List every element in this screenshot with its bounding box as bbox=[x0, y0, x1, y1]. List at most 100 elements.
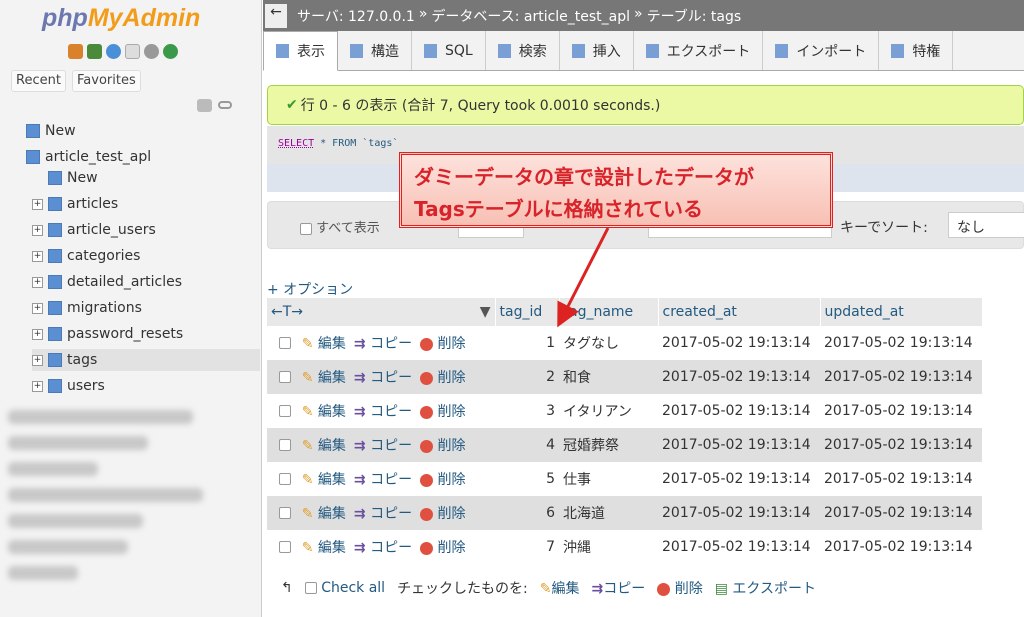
delete-button[interactable]: 削除 bbox=[420, 438, 466, 454]
cell-updated-at[interactable]: 2017-05-02 19:13:14 bbox=[820, 530, 982, 564]
link-icon[interactable] bbox=[218, 101, 232, 109]
sidebar-item-tags[interactable]: + tags bbox=[32, 349, 260, 371]
copy-button[interactable]: ⇉ コピー bbox=[354, 438, 412, 454]
copy-button[interactable]: ⇉ コピー bbox=[354, 404, 412, 420]
expand-icon[interactable]: + bbox=[32, 224, 43, 236]
cell-tag-id[interactable]: 5 bbox=[495, 462, 559, 496]
reload-icon[interactable] bbox=[163, 44, 178, 59]
expand-icon[interactable]: + bbox=[32, 250, 43, 262]
favorites-button[interactable]: Favorites bbox=[72, 70, 141, 92]
sidebar-item-detailed-articles[interactable]: + detailed_articles bbox=[32, 271, 182, 293]
cell-tag-name[interactable]: 冠婚葬祭 bbox=[559, 428, 658, 462]
expand-icon[interactable]: + bbox=[32, 354, 43, 366]
options-link[interactable]: + オプション bbox=[267, 279, 353, 299]
bulk-edit-button[interactable]: ✎編集 bbox=[540, 578, 580, 598]
cell-tag-name[interactable]: 北海道 bbox=[559, 496, 658, 530]
cell-tag-name[interactable]: 和食 bbox=[559, 360, 658, 394]
edit-button[interactable]: ✎ 編集 bbox=[302, 404, 346, 420]
cell-updated-at[interactable]: 2017-05-02 19:13:14 bbox=[820, 326, 982, 360]
sort-select[interactable]: なし bbox=[948, 212, 1024, 238]
cell-created-at[interactable]: 2017-05-02 19:13:14 bbox=[658, 360, 820, 394]
recent-button[interactable]: Recent bbox=[11, 70, 66, 92]
sidebar-item-articles[interactable]: + articles bbox=[32, 193, 118, 215]
sidebar-item-New[interactable]: New bbox=[32, 167, 98, 189]
sql-query[interactable]: SELECT * FROM `tags` bbox=[278, 138, 398, 149]
copy-button[interactable]: ⇉ コピー bbox=[354, 370, 412, 386]
cell-created-at[interactable]: 2017-05-02 19:13:14 bbox=[658, 462, 820, 496]
sidebar-item-password-resets[interactable]: + password_resets bbox=[32, 323, 183, 345]
cell-created-at[interactable]: 2017-05-02 19:13:14 bbox=[658, 496, 820, 530]
sidebar-item-article-test-apl[interactable]: article_test_apl bbox=[10, 146, 151, 168]
check-all-label[interactable]: Check all bbox=[321, 580, 385, 596]
column-nav[interactable]: ←T→ bbox=[271, 304, 303, 320]
copy-button[interactable]: ⇉ コピー bbox=[354, 506, 412, 522]
collapse-all-icon[interactable] bbox=[197, 99, 212, 112]
row-checkbox[interactable] bbox=[279, 473, 291, 485]
help-icon[interactable] bbox=[106, 44, 121, 59]
row-checkbox[interactable] bbox=[279, 541, 291, 553]
expand-icon[interactable]: + bbox=[32, 380, 43, 392]
copy-button[interactable]: ⇉ コピー bbox=[354, 472, 412, 488]
edit-button[interactable]: ✎ 編集 bbox=[302, 370, 346, 386]
tab-7[interactable]: 特権 bbox=[879, 31, 954, 70]
cell-updated-at[interactable]: 2017-05-02 19:13:14 bbox=[820, 462, 982, 496]
sidebar-item-categories[interactable]: + categories bbox=[32, 245, 140, 267]
phpmyadmin-logo[interactable]: phpMyAdmin bbox=[42, 4, 200, 33]
docs-icon[interactable] bbox=[125, 44, 140, 59]
tab-5[interactable]: エクスポート bbox=[634, 31, 764, 70]
expand-icon[interactable]: + bbox=[32, 198, 43, 210]
back-arrow-icon[interactable]: ← bbox=[265, 3, 287, 28]
logout-icon[interactable] bbox=[87, 44, 102, 59]
cell-tag-name[interactable]: 仕事 bbox=[559, 462, 658, 496]
copy-button[interactable]: ⇉ コピー bbox=[354, 336, 412, 352]
row-checkbox[interactable] bbox=[279, 405, 291, 417]
sidebar-item-New[interactable]: New bbox=[10, 120, 76, 142]
cell-created-at[interactable]: 2017-05-02 19:13:14 bbox=[658, 394, 820, 428]
edit-button[interactable]: ✎ 編集 bbox=[302, 336, 346, 352]
gear-icon[interactable] bbox=[144, 44, 159, 59]
row-checkbox[interactable] bbox=[279, 337, 291, 349]
tab-6[interactable]: インポート bbox=[763, 31, 880, 70]
sidebar-item-migrations[interactable]: + migrations bbox=[32, 297, 142, 319]
column-header-created-at[interactable]: created_at bbox=[658, 298, 821, 326]
expand-icon[interactable]: + bbox=[32, 276, 43, 288]
row-checkbox[interactable] bbox=[279, 507, 291, 519]
edit-button[interactable]: ✎ 編集 bbox=[302, 506, 346, 522]
breadcrumb-database[interactable]: データベース: article_test_apl bbox=[431, 6, 630, 26]
bulk-delete-button[interactable]: 削除 bbox=[657, 578, 703, 598]
edit-button[interactable]: ✎ 編集 bbox=[302, 472, 346, 488]
cell-tag-name[interactable]: 沖縄 bbox=[559, 530, 658, 564]
column-header-tag-id[interactable]: tag_id bbox=[495, 298, 560, 326]
delete-button[interactable]: 削除 bbox=[420, 404, 466, 420]
cell-updated-at[interactable]: 2017-05-02 19:13:14 bbox=[820, 428, 982, 462]
cell-tag-id[interactable]: 2 bbox=[495, 360, 559, 394]
tab-1[interactable]: 構造 bbox=[338, 31, 412, 70]
cell-tag-id[interactable]: 1 bbox=[495, 326, 559, 360]
breadcrumb-server[interactable]: サーバ: 127.0.0.1 bbox=[297, 6, 415, 26]
delete-button[interactable]: 削除 bbox=[420, 336, 466, 352]
edit-button[interactable]: ✎ 編集 bbox=[302, 540, 346, 556]
bulk-copy-button[interactable]: ⇉コピー bbox=[592, 578, 646, 598]
cell-tag-id[interactable]: 6 bbox=[495, 496, 559, 530]
cell-tag-id[interactable]: 7 bbox=[495, 530, 559, 564]
expand-icon[interactable]: + bbox=[32, 302, 43, 314]
sort-dropdown-icon[interactable]: ▼ bbox=[480, 304, 491, 320]
row-checkbox[interactable] bbox=[279, 439, 291, 451]
breadcrumb-table[interactable]: テーブル: tags bbox=[647, 6, 742, 26]
home-icon[interactable] bbox=[68, 44, 83, 59]
tab-3[interactable]: 検索 bbox=[486, 31, 560, 70]
tab-0[interactable]: 表示 bbox=[263, 31, 338, 71]
check-all-checkbox[interactable] bbox=[304, 582, 317, 594]
cell-updated-at[interactable]: 2017-05-02 19:13:14 bbox=[820, 496, 982, 530]
cell-created-at[interactable]: 2017-05-02 19:13:14 bbox=[658, 530, 820, 564]
sidebar-item-article-users[interactable]: + article_users bbox=[32, 219, 156, 241]
tab-4[interactable]: 挿入 bbox=[560, 31, 634, 70]
cell-tag-name[interactable]: イタリアン bbox=[559, 394, 658, 428]
cell-updated-at[interactable]: 2017-05-02 19:13:14 bbox=[820, 394, 982, 428]
delete-button[interactable]: 削除 bbox=[420, 370, 466, 386]
show-all-checkbox[interactable] bbox=[300, 222, 312, 235]
delete-button[interactable]: 削除 bbox=[420, 540, 466, 556]
tab-2[interactable]: SQL bbox=[412, 31, 486, 70]
copy-button[interactable]: ⇉ コピー bbox=[354, 540, 412, 556]
edit-button[interactable]: ✎ 編集 bbox=[302, 438, 346, 454]
